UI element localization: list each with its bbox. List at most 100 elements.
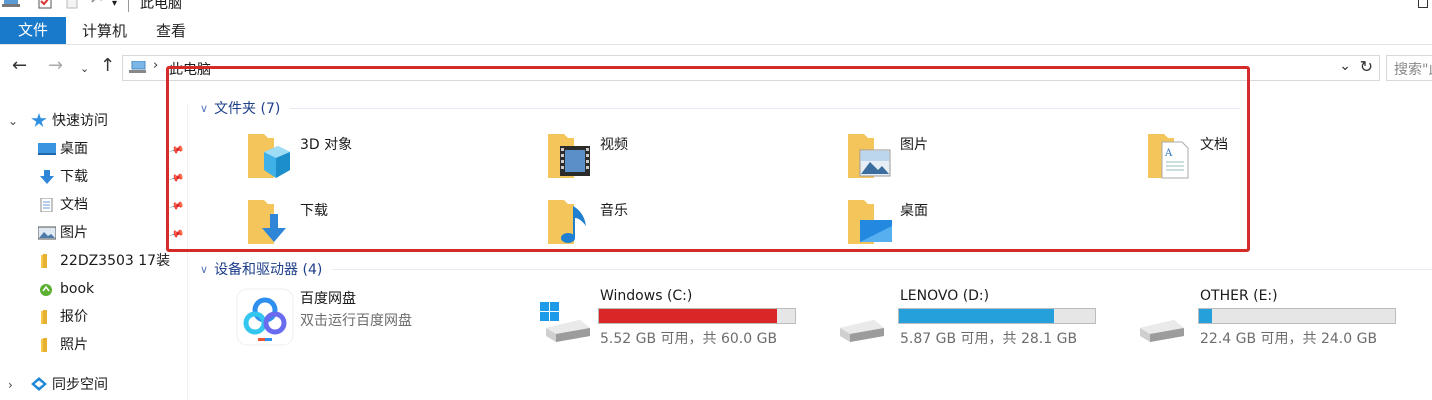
documents-folder-icon: A (1148, 134, 1189, 179)
app-name: 百度网盘 (300, 291, 356, 307)
drive-capacity: 22.4 GB 可用，共 24.0 GB (1200, 331, 1378, 347)
drive-c[interactable]: Windows (C:) 5.52 GB 可用，共 60.0 GB (540, 288, 840, 352)
star-icon (31, 113, 47, 127)
folder-name: 视频 (600, 137, 628, 153)
section-divider (290, 108, 1240, 109)
refresh-icon[interactable]: ↻ (1360, 57, 1373, 76)
devices-section-header[interactable]: ∨ 设备和驱动器 (4) (200, 259, 322, 279)
drive-d[interactable]: LENOVO (D:) 5.87 GB 可用，共 28.1 GB (840, 288, 1140, 352)
sidebar-item-label: 下载 (60, 169, 88, 185)
drive-capacity: 5.52 GB 可用，共 60.0 GB (600, 331, 778, 347)
drive-name: OTHER (E:) (1200, 288, 1278, 304)
title-separator (128, 0, 129, 12)
forward-arrow-icon[interactable]: → (48, 56, 63, 76)
folder-icon (41, 254, 47, 268)
tab-view[interactable]: 查看 (156, 17, 186, 44)
sidebar-item-folder-22dz3503[interactable]: 22DZ3503 17装 (0, 248, 188, 274)
folder-3d-objects[interactable]: 3D 对象 (246, 130, 546, 192)
pin-icon[interactable]: 📌 (164, 193, 188, 222)
drive-usage-bar (898, 308, 1096, 324)
sidebar-item-book[interactable]: book (0, 276, 188, 302)
sidebar-item-sync-space[interactable]: › 同步空间 (0, 372, 188, 398)
breadcrumb[interactable]: 此电脑 (169, 59, 211, 79)
folder-downloads[interactable]: 下载 (246, 196, 546, 258)
maximize-button[interactable] (1418, 0, 1428, 8)
sidebar-item-label: 文档 (60, 197, 88, 213)
folder-name: 3D 对象 (300, 137, 353, 153)
desktop-folder-icon (848, 200, 892, 244)
undo-icon[interactable] (90, 0, 104, 8)
drive-capacity: 5.87 GB 可用，共 28.1 GB (900, 331, 1078, 347)
desktop-icon (38, 143, 56, 155)
collapsed-chevron-icon[interactable]: › (8, 372, 13, 398)
back-arrow-icon[interactable]: ← (12, 56, 27, 76)
customize-toolbar-chevron-icon[interactable]: ▾ (112, 0, 117, 9)
section-collapse-chevron-icon[interactable]: ∨ (200, 102, 208, 115)
folder-pictures[interactable]: 图片 (846, 130, 1146, 192)
sidebar-item-quotes[interactable]: 报价 (0, 304, 188, 330)
pin-icon[interactable]: 📌 (164, 137, 188, 166)
drive-name: LENOVO (D:) (900, 288, 990, 304)
search-placeholder: 搜索"此 (1394, 62, 1432, 78)
drive-e[interactable]: OTHER (E:) 22.4 GB 可用，共 24.0 GB (1140, 288, 1432, 352)
folder-icon (41, 338, 47, 352)
title-bar: ▾ 此电脑 (0, 0, 1432, 14)
folders-section-header[interactable]: ∨ 文件夹 (7) (200, 98, 280, 118)
pictures-folder-icon (848, 134, 891, 178)
window-title: 此电脑 (140, 0, 182, 12)
folder-name: 文档 (1200, 137, 1228, 153)
address-dropdown-chevron-icon[interactable]: ⌄ (1339, 58, 1351, 74)
pin-icon[interactable]: 📌 (164, 165, 188, 194)
address-bar[interactable]: › 此电脑 ⌄ ↻ (122, 55, 1380, 81)
music-folder-icon (548, 200, 586, 244)
sidebar-item-label: 照片 (60, 337, 88, 353)
section-title: 文件夹 (7) (214, 101, 281, 117)
up-arrow-icon[interactable]: ↑ (100, 56, 115, 76)
section-collapse-chevron-icon[interactable]: ∨ (200, 263, 208, 276)
sidebar-item-label: book (60, 281, 95, 297)
sidebar-item-label: 22DZ3503 17装 (60, 253, 171, 269)
baidu-netdisk-icon (236, 288, 294, 346)
navigation-bar: ← → ⌄ ↑ › 此电脑 ⌄ ↻ 搜索"此 (0, 52, 1432, 82)
sidebar-item-downloads[interactable]: 下载 📌 (0, 164, 188, 190)
drive-usage-fill (599, 309, 777, 323)
folder-desktop[interactable]: 桌面 (846, 196, 1146, 258)
downloads-folder-icon (248, 200, 286, 244)
properties-checkbox-icon[interactable] (38, 0, 52, 10)
drive-name: Windows (C:) (600, 288, 693, 304)
drive-usage-bar (598, 308, 796, 324)
3d-objects-folder-icon (248, 134, 290, 178)
windows-drive-icon (540, 302, 590, 342)
sidebar-item-photos[interactable]: 照片 (0, 332, 188, 358)
sidebar-item-quick-access[interactable]: ⌄ 快速访问 (0, 108, 188, 134)
ribbon: 文件 计算机 查看 (0, 17, 1432, 45)
search-input[interactable]: 搜索"此 (1386, 55, 1432, 81)
app-baidu-netdisk[interactable]: 百度网盘 双击运行百度网盘 (236, 288, 536, 352)
expanded-chevron-icon[interactable]: ⌄ (8, 108, 18, 134)
navigation-pane: ⌄ 快速访问 桌面 📌 下载 📌 文档 📌 图片 📌 22DZ3503 17装 … (0, 104, 188, 400)
download-arrow-icon (40, 170, 54, 184)
recent-locations-chevron-icon[interactable]: ⌄ (80, 59, 89, 79)
section-divider (332, 269, 1432, 270)
tab-computer[interactable]: 计算机 (82, 17, 127, 44)
sidebar-item-desktop[interactable]: 桌面 📌 (0, 136, 188, 162)
document-icon (40, 198, 53, 212)
sidebar-item-documents[interactable]: 文档 📌 (0, 192, 188, 218)
folder-videos[interactable]: 视频 (546, 130, 846, 192)
sidebar-item-label: 同步空间 (52, 377, 108, 393)
new-folder-icon[interactable] (66, 0, 78, 10)
computer-icon (2, 0, 20, 7)
folder-documents[interactable]: A 文档 (1146, 130, 1432, 192)
breadcrumb-chevron-icon[interactable]: › (153, 58, 158, 73)
folder-music[interactable]: 音乐 (546, 196, 846, 258)
tab-file[interactable]: 文件 (0, 17, 66, 44)
folder-name: 桌面 (900, 203, 928, 219)
this-pc-icon (129, 61, 146, 73)
sidebar-item-pictures[interactable]: 图片 📌 (0, 220, 188, 246)
folder-name: 下载 (300, 203, 328, 219)
section-title: 设备和驱动器 (4) (214, 262, 323, 278)
drive-icon (1140, 320, 1184, 342)
sidebar-item-label: 桌面 (60, 141, 88, 157)
sync-space-icon (31, 377, 47, 391)
pin-icon[interactable]: 📌 (164, 221, 188, 250)
